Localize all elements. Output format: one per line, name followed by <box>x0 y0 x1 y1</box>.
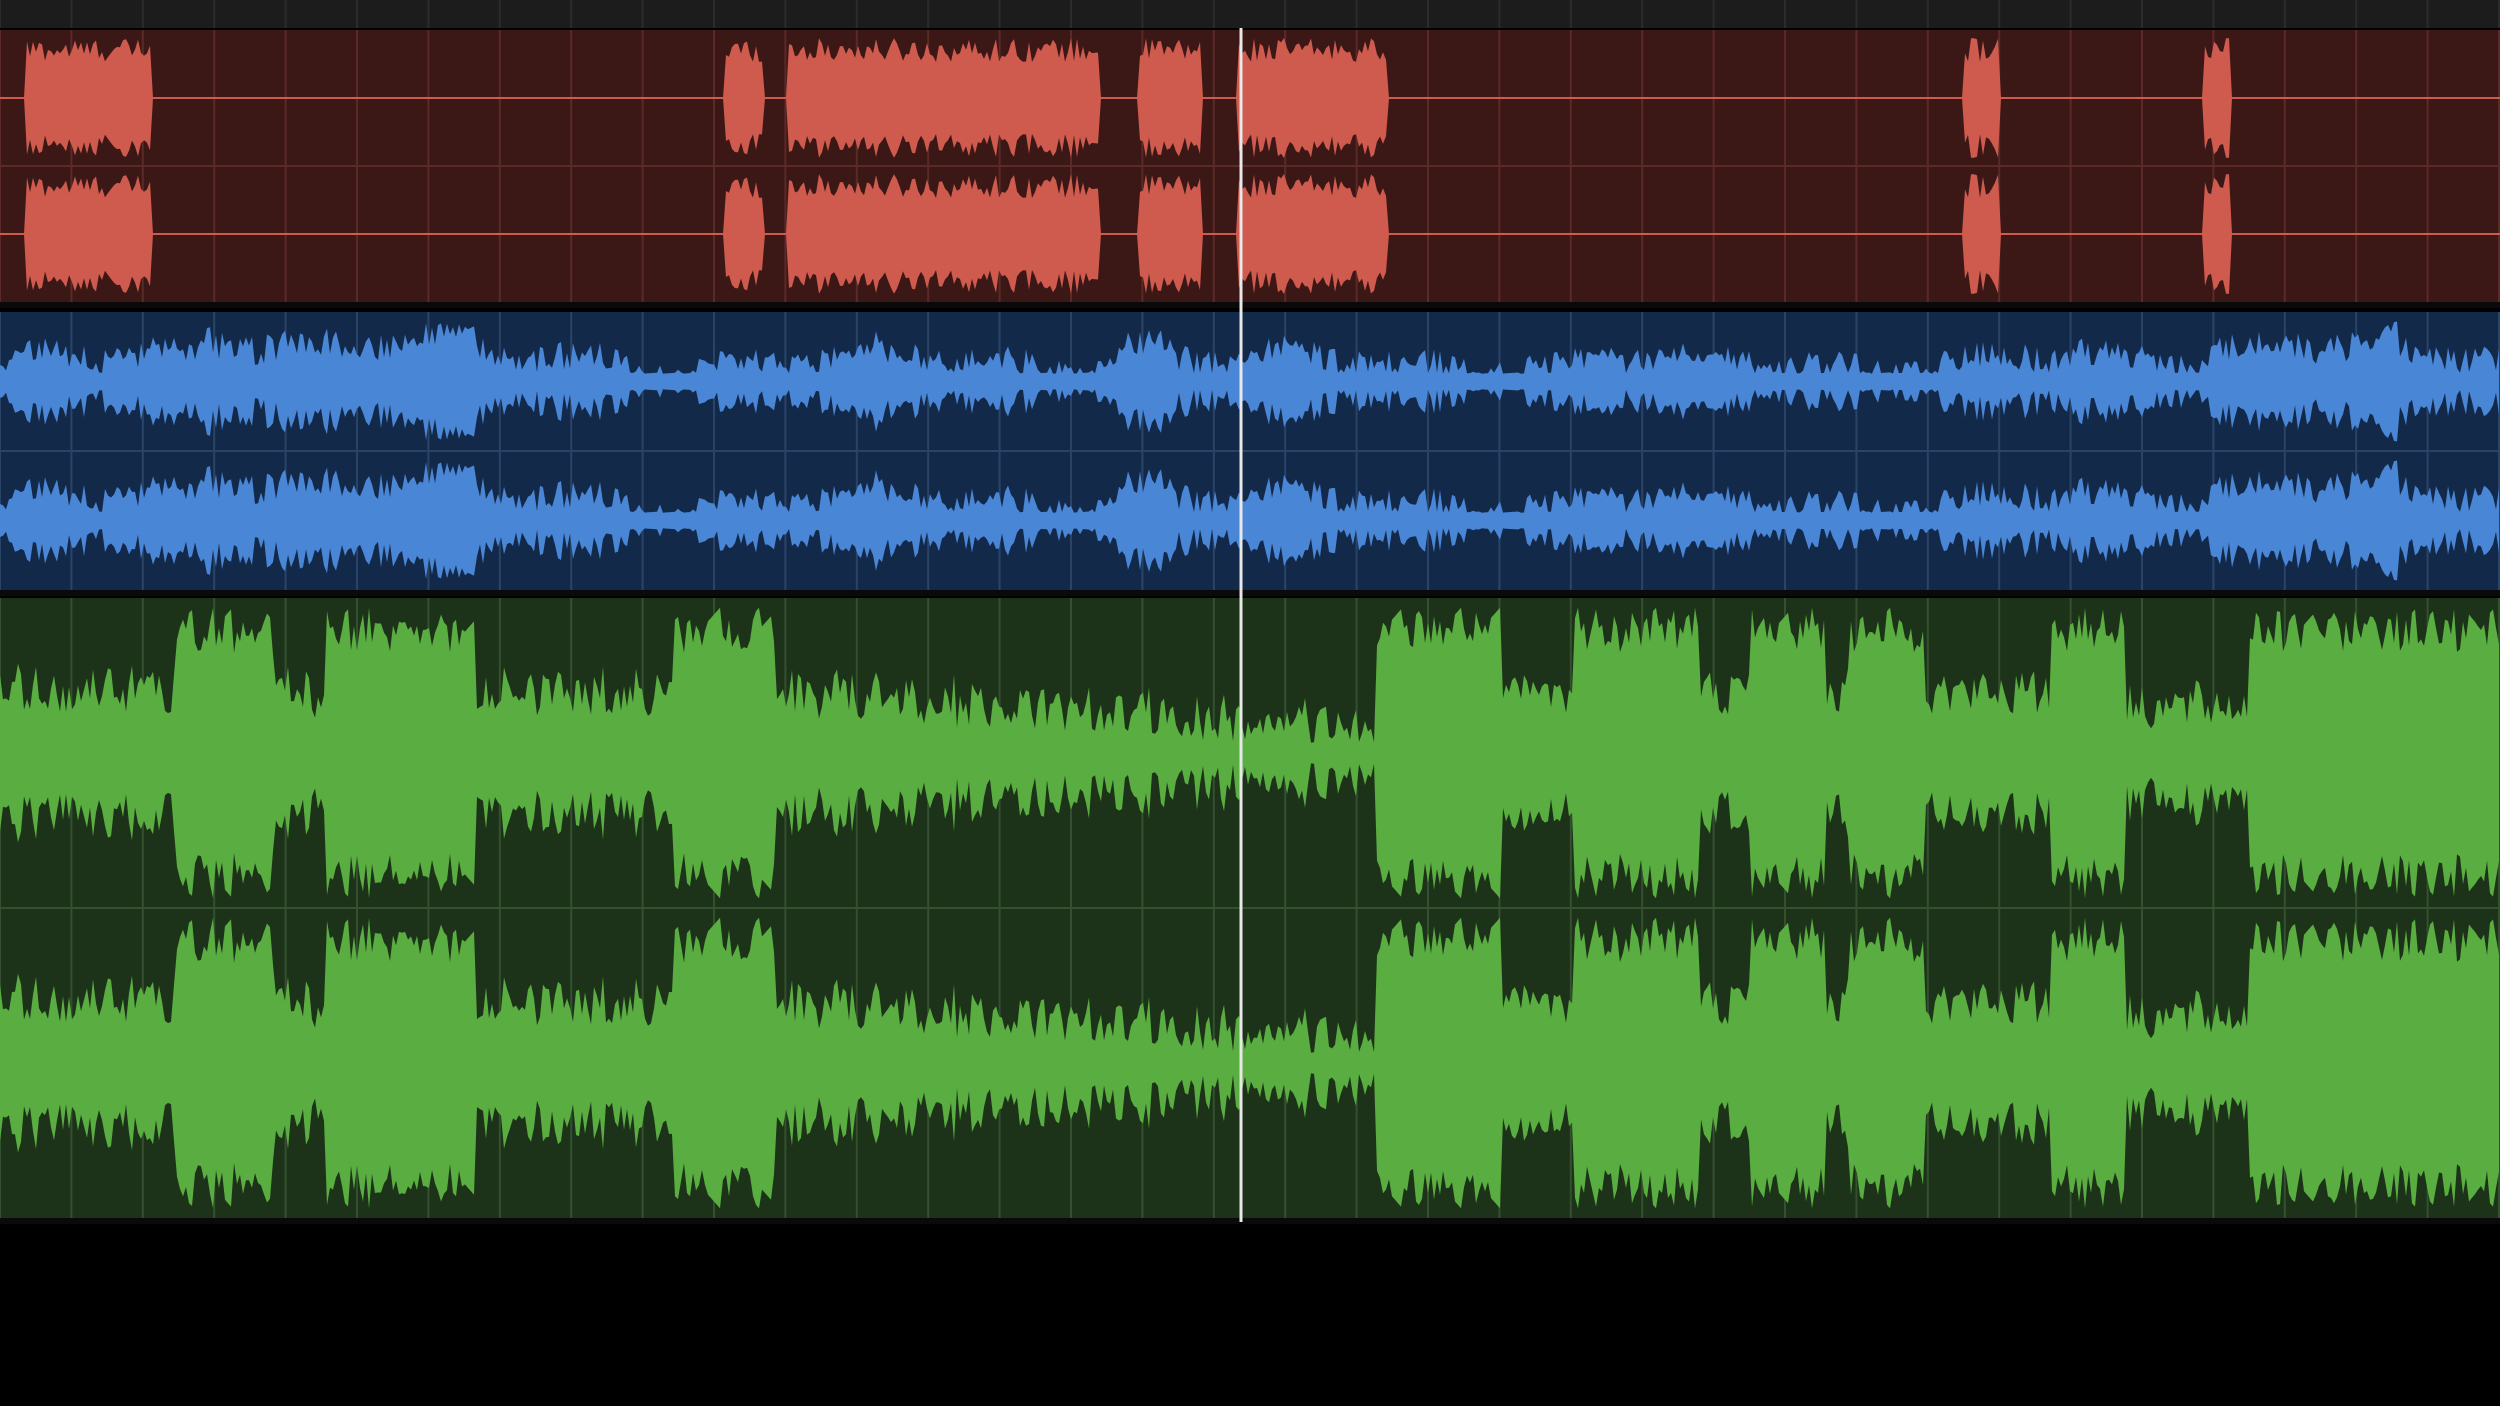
track-separator <box>0 302 2500 308</box>
track-green[interactable] <box>0 598 2500 1224</box>
track-red[interactable] <box>0 30 2500 308</box>
track-separator <box>0 1218 2500 1224</box>
track-blue[interactable] <box>0 312 2500 596</box>
timeline-canvas[interactable] <box>0 0 2500 1406</box>
track-separator <box>0 590 2500 596</box>
time-ruler[interactable] <box>0 0 2500 28</box>
